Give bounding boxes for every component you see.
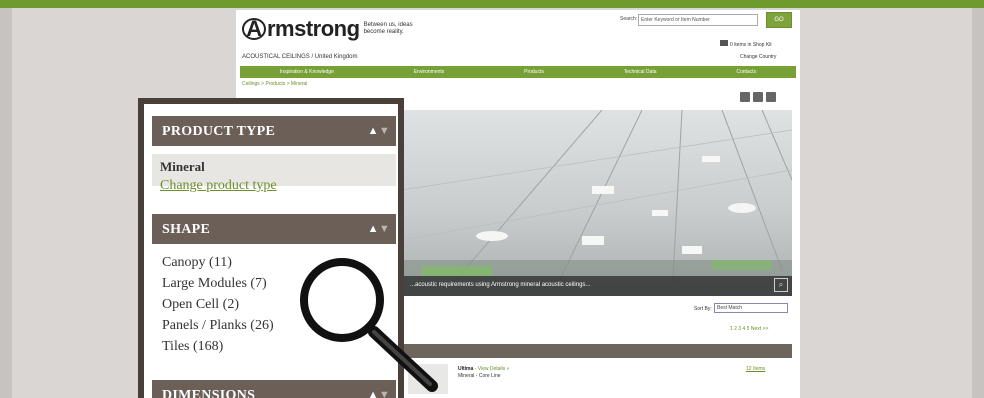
- search-input[interactable]: Enter Keyword or Item Number: [638, 14, 758, 26]
- collapse-arrow-icon[interactable]: ▲▼: [368, 125, 390, 137]
- nav-item-environments[interactable]: Environments: [414, 69, 445, 75]
- nav-item-products[interactable]: Products: [524, 69, 544, 75]
- search-button[interactable]: GO: [766, 12, 792, 28]
- print-icon[interactable]: [766, 92, 776, 102]
- cart-icon: [720, 40, 728, 46]
- shape-option-open-cell[interactable]: Open Cell (2): [162, 294, 274, 315]
- region-label: ACOUSTICAL CEILINGS / United Kingdom: [242, 54, 358, 60]
- result-details-link[interactable]: - View Details »: [475, 366, 510, 372]
- nav-item-technical-data[interactable]: Technical Data: [624, 69, 657, 75]
- hero-caption: ...acoustic requirements using Armstrong…: [402, 276, 792, 296]
- breadcrumb[interactable]: Ceilings > Products > Mineral: [242, 81, 307, 87]
- result-items-link[interactable]: 12 Items: [746, 366, 765, 372]
- pagination[interactable]: 1 2 3 4 5 Next >>: [730, 326, 768, 332]
- armstrong-logo[interactable]: Armstrong Between us, ideas become reali…: [242, 16, 416, 42]
- collapse-arrow-icon[interactable]: ▲▼: [368, 223, 390, 235]
- nav-item-contacts[interactable]: Contacts: [736, 69, 756, 75]
- email-share-icon[interactable]: [753, 92, 763, 102]
- change-product-type-link[interactable]: Change product type: [160, 178, 277, 194]
- right-margin: [972, 8, 984, 398]
- shape-option-tiles[interactable]: Tiles (168): [162, 336, 274, 357]
- hero-image: [402, 110, 792, 296]
- sort-label: Sort By:: [694, 306, 712, 312]
- shape-option-panels-planks[interactable]: Panels / Planks (26): [162, 315, 274, 336]
- logo-wordmark: Armstrong: [242, 16, 360, 42]
- left-margin: [0, 8, 12, 398]
- sort-select[interactable]: Best Match: [714, 303, 788, 313]
- product-type-header[interactable]: PRODUCT TYPE ▲▼: [152, 116, 396, 146]
- cart-link[interactable]: 0 items in Shop Kit: [720, 40, 772, 48]
- shape-option-canopy[interactable]: Canopy (11): [162, 252, 274, 273]
- result-item: Ultima - View Details » Mineral - Core L…: [458, 366, 509, 380]
- search-label: Search:: [620, 16, 638, 22]
- facebook-share-icon[interactable]: [740, 92, 750, 102]
- ceiling-photo: [402, 110, 792, 296]
- result-subtitle: Mineral - Core Line: [458, 373, 501, 379]
- magnifier-icon: [300, 258, 438, 392]
- shape-option-large-modules[interactable]: Large Modules (7): [162, 273, 274, 294]
- shape-filter-list: Canopy (11) Large Modules (7) Open Cell …: [162, 252, 274, 357]
- change-country-link[interactable]: Change Country: [740, 54, 776, 60]
- zoom-icon[interactable]: ⌕: [774, 278, 788, 292]
- logo-tagline: Between us, ideas become reality.: [363, 22, 413, 35]
- top-accent-bar: [0, 0, 984, 8]
- results-header-bar: [402, 344, 792, 358]
- main-nav: Inspiration & Knowledge Environments Pro…: [240, 66, 796, 78]
- selected-product-type: Mineral: [160, 159, 205, 174]
- nav-item-inspiration[interactable]: Inspiration & Knowledge: [280, 69, 334, 75]
- share-icons: [740, 92, 776, 102]
- shape-header[interactable]: SHAPE ▲▼: [152, 214, 396, 244]
- result-title[interactable]: Ultima: [458, 366, 473, 372]
